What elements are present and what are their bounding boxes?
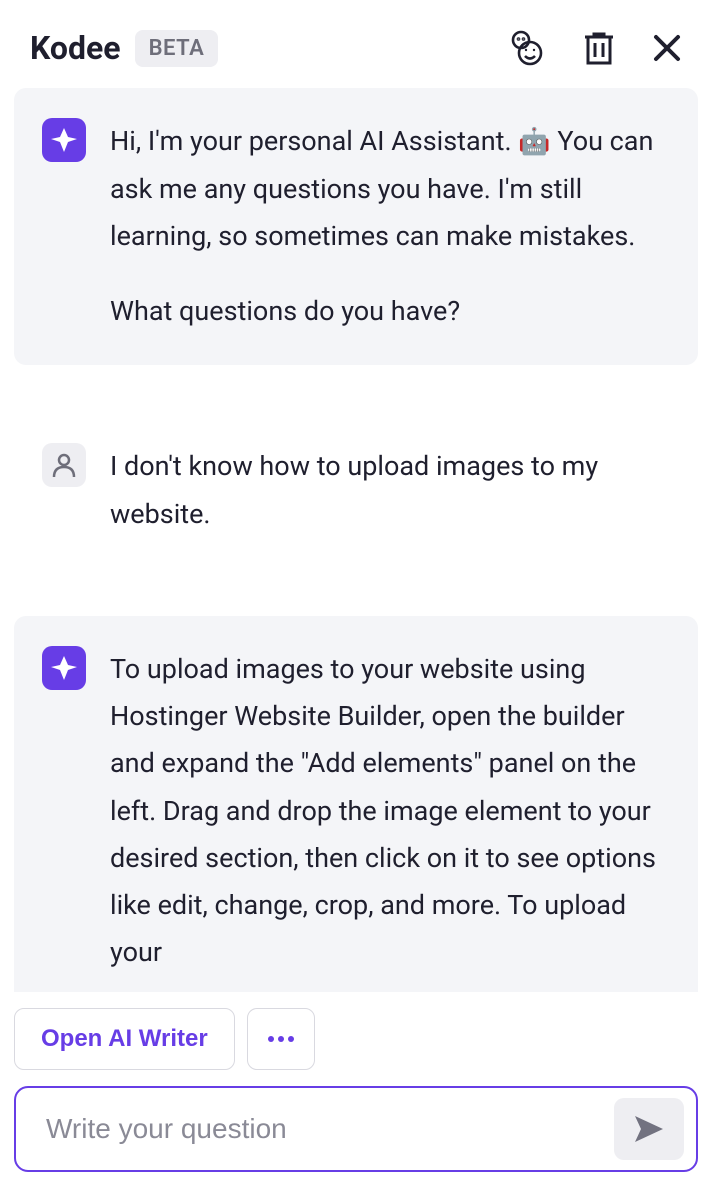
message-content: I don't know how to upload images to my … — [110, 443, 670, 538]
more-actions-button[interactable] — [247, 1008, 315, 1070]
message-content: Hi, I'm your personal AI Assistant. 🤖 Yo… — [110, 118, 670, 335]
message-input-row[interactable] — [14, 1086, 698, 1172]
quick-actions: Open AI Writer — [14, 1008, 698, 1070]
message-text: Hi, I'm your personal AI Assistant. — [110, 125, 518, 157]
chat-footer: Open AI Writer — [0, 992, 712, 1192]
message-text: I don't know how to upload images to my … — [110, 443, 670, 538]
robot-emoji: 🤖 — [518, 127, 550, 157]
header-actions — [506, 28, 682, 68]
bot-message: Hi, I'm your personal AI Assistant. 🤖 Yo… — [14, 88, 698, 365]
bot-avatar-icon — [42, 118, 86, 162]
chat-messages: Hi, I'm your personal AI Assistant. 🤖 Yo… — [0, 88, 712, 992]
bot-avatar-icon — [42, 646, 86, 690]
user-avatar-icon — [42, 443, 86, 487]
message-input[interactable] — [46, 1113, 602, 1145]
send-button[interactable] — [614, 1098, 684, 1160]
app-title: Kodee — [30, 29, 121, 67]
message-content: To upload images to your website using H… — [110, 646, 670, 977]
feedback-icon[interactable] — [506, 28, 546, 68]
chat-header: Kodee BETA — [0, 0, 712, 88]
user-message: I don't know how to upload images to my … — [14, 413, 698, 568]
message-text: What questions do you have? — [110, 288, 670, 335]
beta-badge: BETA — [135, 30, 219, 67]
delete-icon[interactable] — [582, 30, 616, 66]
message-text: To upload images to your website using H… — [110, 646, 670, 977]
bot-message: To upload images to your website using H… — [14, 616, 698, 992]
close-icon[interactable] — [652, 33, 682, 63]
open-ai-writer-button[interactable]: Open AI Writer — [14, 1008, 235, 1070]
